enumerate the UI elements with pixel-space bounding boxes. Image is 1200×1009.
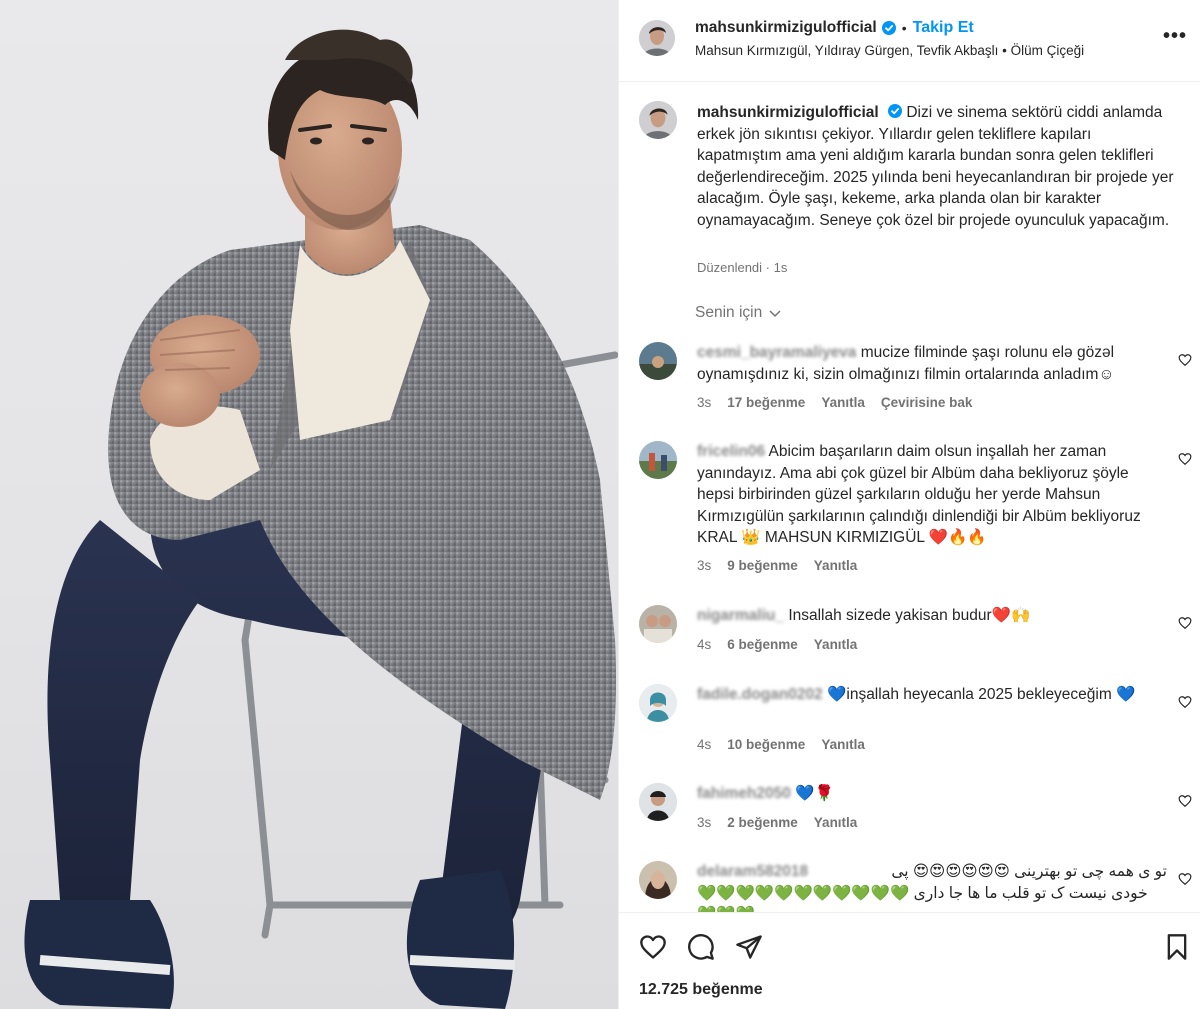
comment-meta: 3s 2 beğenme Yanıtla xyxy=(697,815,857,830)
share-send-icon[interactable] xyxy=(735,933,763,961)
reply-button[interactable]: Yanıtla xyxy=(814,637,858,652)
caption-avatar-image xyxy=(639,101,677,139)
commenter-username[interactable]: fadile.dogan0202 xyxy=(697,686,823,703)
comment-likes[interactable]: 2 beğenme xyxy=(727,815,798,830)
commenter-username[interactable]: fricelin06 xyxy=(697,443,765,460)
commenter-avatar-image xyxy=(639,605,677,643)
commenter-avatar[interactable] xyxy=(639,861,677,899)
separator-dot: • xyxy=(901,20,907,36)
commenter-avatar-image xyxy=(639,441,677,479)
reply-button[interactable]: Yanıtla xyxy=(821,395,865,410)
commenter-avatar[interactable] xyxy=(639,684,677,722)
commenter-avatar[interactable] xyxy=(639,342,677,380)
caption-text: Dizi ve sinema sektörü ciddi anlamda erk… xyxy=(697,104,1174,229)
audio-title[interactable]: Ölüm Çiçeği xyxy=(1011,43,1085,58)
comment-time[interactable]: 3s xyxy=(697,815,711,830)
instagram-post-view: mahsunkirmizigulofficial • Takip Et Mahs… xyxy=(0,0,1200,1009)
commenter-avatar[interactable] xyxy=(639,441,677,479)
post-photo-illustration xyxy=(24,29,618,1009)
commenter-username[interactable]: fahimeh2050 xyxy=(697,785,791,802)
commenter-avatar[interactable] xyxy=(639,783,677,821)
comment-like-heart-icon[interactable] xyxy=(1178,794,1192,808)
follow-button[interactable]: Takip Et xyxy=(913,19,974,37)
comment-meta: 4s 6 beğenme Yanıtla xyxy=(697,637,857,652)
author-avatar[interactable] xyxy=(639,20,675,56)
comment-time[interactable]: 4s xyxy=(697,637,711,652)
caption-author-avatar[interactable] xyxy=(639,101,677,139)
comment-text-block: fahimeh2050 💙🌹 xyxy=(697,783,1167,805)
comment-text: Insallah sizede yakisan budur❤️🙌 xyxy=(788,607,1031,624)
comment-sort-dropdown[interactable]: Senin için xyxy=(695,304,782,322)
comment-bubble-icon[interactable] xyxy=(687,933,715,961)
comment-meta: 3s 17 beğenme Yanıtla Çevirisine bak xyxy=(697,395,972,410)
comment-text-block: nigarmaliu_ Insallah sizede yakisan budu… xyxy=(697,605,1167,627)
author-avatar-image xyxy=(639,20,675,56)
commenter-username[interactable]: nigarmaliu_ xyxy=(697,607,784,624)
caption-username[interactable]: mahsunkirmizigulofficial xyxy=(697,104,879,121)
commenter-avatar-image xyxy=(639,861,677,899)
comment-like-heart-icon[interactable] xyxy=(1178,695,1192,709)
post-time[interactable]: 1s xyxy=(774,260,788,275)
comment-time[interactable]: 3s xyxy=(697,558,711,573)
author-username[interactable]: mahsunkirmizigulofficial xyxy=(695,19,877,37)
commenter-avatar[interactable] xyxy=(639,605,677,643)
comment-like-heart-icon[interactable] xyxy=(1178,616,1192,630)
like-heart-icon[interactable] xyxy=(639,933,667,961)
reply-button[interactable]: Yanıtla xyxy=(814,815,858,830)
tagged-people[interactable]: Mahsun Kırmızıgül, Yıldıray Gürgen, Tevf… xyxy=(695,43,998,58)
commenter-avatar-image xyxy=(639,684,677,722)
comment-likes[interactable]: 10 beğenme xyxy=(727,737,805,752)
comment-likes[interactable]: 17 beğenme xyxy=(727,395,805,410)
comment-like-heart-icon[interactable] xyxy=(1178,353,1192,367)
separator-dot: • xyxy=(1002,43,1011,58)
more-options-button[interactable]: ••• xyxy=(1163,26,1187,46)
commenter-avatar-image xyxy=(639,783,677,821)
comment-likes[interactable]: 9 beğenme xyxy=(727,558,798,573)
comment-text-block: fricelin06 Abicim başarıların daim olsun… xyxy=(697,441,1167,549)
verified-badge-icon xyxy=(888,103,903,118)
post-details-panel: mahsunkirmizigulofficial • Takip Et Mahs… xyxy=(618,0,1200,1009)
commenter-username[interactable]: delaram582018 xyxy=(697,861,808,883)
save-bookmark-icon[interactable] xyxy=(1163,933,1191,961)
chevron-down-icon xyxy=(769,310,781,318)
header-user-line: mahsunkirmizigulofficial • Takip Et xyxy=(695,18,974,38)
edited-label: Düzenlendi xyxy=(697,260,763,275)
post-header: mahsunkirmizigulofficial • Takip Et Mahs… xyxy=(619,0,1200,82)
comment-text: 💙🌹 xyxy=(795,785,834,802)
post-action-bar: 12.725 beğenme xyxy=(619,912,1200,1009)
caption-meta: Düzenlendi · 1s xyxy=(697,260,787,275)
post-caption: mahsunkirmizigulofficial Dizi ve sinema … xyxy=(697,102,1177,231)
see-translation-button[interactable]: Çevirisine bak xyxy=(881,395,973,410)
comment-text: تو ی همه چی تو بهترینی 😍😍😍😍😍😍 پی xyxy=(891,863,1167,880)
likes-count[interactable]: 12.725 beğenme xyxy=(639,981,763,999)
comment-meta: 3s 9 beğenme Yanıtla xyxy=(697,558,857,573)
commenter-username[interactable]: cesmi_bayramaliyeva xyxy=(697,344,856,361)
comment-like-heart-icon[interactable] xyxy=(1178,452,1192,466)
comment-text-block: cesmi_bayramaliyeva mucize filminde şaşı… xyxy=(697,342,1167,385)
separator-dot: · xyxy=(765,260,774,275)
comment-likes[interactable]: 6 beğenme xyxy=(727,637,798,652)
comment-time[interactable]: 4s xyxy=(697,737,711,752)
verified-badge-icon xyxy=(881,21,896,35)
post-photo[interactable] xyxy=(0,0,618,1009)
header-subline: Mahsun Kırmızıgül, Yıldıray Gürgen, Tevf… xyxy=(695,43,1084,58)
comment-like-heart-icon[interactable] xyxy=(1178,872,1192,886)
comment-meta: 4s 10 beğenme Yanıtla xyxy=(697,737,865,752)
commenter-avatar-image xyxy=(639,342,677,380)
reply-button[interactable]: Yanıtla xyxy=(814,558,858,573)
reply-button[interactable]: Yanıtla xyxy=(821,737,865,752)
comment-text: 💙inşallah heyecanla 2025 bekleyeceğim 💙 xyxy=(827,686,1136,703)
comment-sort-label: Senin için xyxy=(695,304,763,321)
comment-text-block: fadile.dogan0202 💙inşallah heyecanla 202… xyxy=(697,684,1167,706)
comment-time[interactable]: 3s xyxy=(697,395,711,410)
